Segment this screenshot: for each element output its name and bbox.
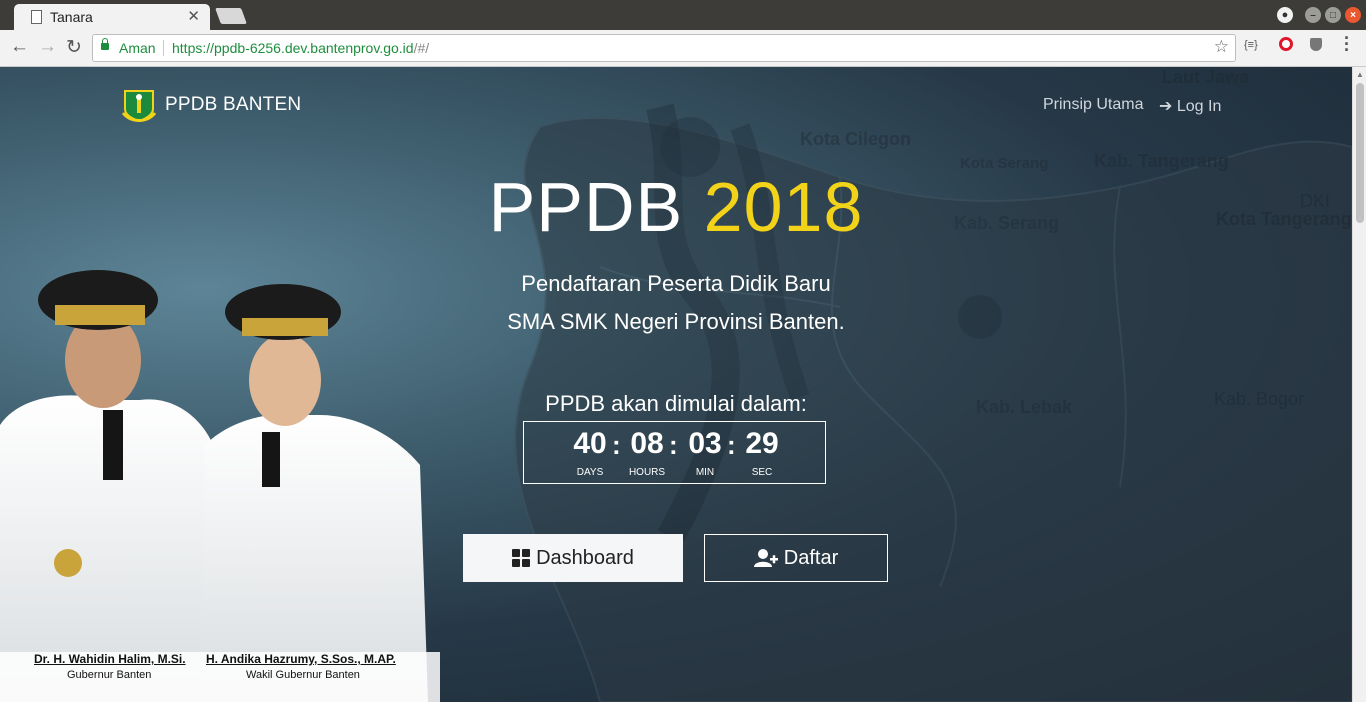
bookmark-star-icon[interactable]: ☆ xyxy=(1214,37,1229,57)
forward-icon[interactable]: → xyxy=(38,36,57,58)
sec-value: 29 xyxy=(745,427,779,460)
omnibox-divider xyxy=(163,40,164,56)
page-viewport: Laut Jawa Kota Cilegon Kota Serang Kab. … xyxy=(0,67,1352,702)
login-label: Log In xyxy=(1176,98,1222,115)
opera-extension-icon[interactable] xyxy=(1279,37,1293,51)
page-title: PPDB 2018 xyxy=(0,167,1352,247)
countdown-separator: : xyxy=(669,430,678,460)
profile-icon[interactable]: ● xyxy=(1277,7,1293,23)
login-icon: ➔ xyxy=(1159,98,1173,115)
hours-label: HOURS xyxy=(628,467,666,478)
sec-label: SEC xyxy=(751,467,773,478)
dashboard-grid-icon xyxy=(512,549,531,567)
banten-crest-icon xyxy=(121,90,157,123)
countdown-label: PPDB akan dimulai dalam: xyxy=(545,391,807,416)
governor-role: Gubernur Banten xyxy=(67,669,152,681)
scroll-up-arrow-icon[interactable]: ▲ xyxy=(1356,70,1364,79)
browser-tab[interactable]: Tanara ✕ xyxy=(14,4,210,30)
url-host: https://ppdb-6256.dev.bantenprov.go.id xyxy=(172,40,414,56)
browser-menu-icon[interactable]: · · · xyxy=(1344,29,1350,59)
brand-name: PPDB BANTEN xyxy=(165,94,302,115)
governor-name: Dr. H. Wahidin Halim, M.Si. xyxy=(34,652,186,666)
brand-link[interactable]: PPDB BANTEN xyxy=(121,87,301,123)
map-label: Laut Jawa xyxy=(1162,67,1250,87)
maximize-button[interactable]: □ xyxy=(1325,7,1341,23)
title-year: 2018 xyxy=(703,168,864,246)
json-extension-icon[interactable]: {≡} xyxy=(1244,39,1258,51)
nav-login-link[interactable]: ➔ Log In xyxy=(1159,96,1221,116)
min-value: 03 xyxy=(688,427,722,460)
countdown-min: 03 MIN xyxy=(679,426,731,478)
lock-icon xyxy=(101,38,109,50)
vice-governor-name: H. Andika Hazrumy, S.Sos., M.AP. xyxy=(206,652,396,666)
days-label: DAYS xyxy=(576,467,604,478)
countdown-separator: : xyxy=(612,430,621,460)
countdown-hours: 08 HOURS xyxy=(621,426,673,478)
document-icon xyxy=(31,10,42,24)
close-window-button[interactable]: × xyxy=(1345,7,1361,23)
reload-icon[interactable]: ↻ xyxy=(66,36,82,59)
browser-toolbar: ← → ↻ Aman https://ppdb-6256.dev.bantenp… xyxy=(0,29,1366,67)
countdown-days: 40 DAYS xyxy=(564,426,616,478)
vice-governor-role: Wakil Gubernur Banten xyxy=(246,669,360,681)
tab-close-icon[interactable]: ✕ xyxy=(187,7,200,25)
dashboard-button[interactable]: Dashboard xyxy=(463,534,683,582)
shield-extension-icon[interactable] xyxy=(1310,38,1322,51)
title-main: PPDB xyxy=(488,168,684,246)
url-path: /#/ xyxy=(413,40,430,56)
back-icon[interactable]: ← xyxy=(10,36,29,58)
secure-label: Aman xyxy=(119,40,156,56)
countdown-separator: : xyxy=(727,430,736,460)
new-tab-button[interactable] xyxy=(215,8,247,24)
countdown-timer: 40 DAYS : 08 HOURS : 03 MIN : 29 SEC xyxy=(523,421,826,484)
tab-title: Tanara xyxy=(50,9,93,25)
register-button[interactable]: Daftar xyxy=(704,534,888,582)
min-label: MIN xyxy=(695,467,715,478)
page-scrollbar[interactable]: ▲ xyxy=(1352,67,1366,702)
days-value: 40 xyxy=(573,427,607,460)
register-label: Daftar xyxy=(783,546,839,569)
subtitle-line-1: Pendaftaran Peserta Didik Baru xyxy=(521,271,831,296)
url-text[interactable]: https://ppdb-6256.dev.bantenprov.go.id/#… xyxy=(172,40,429,56)
hours-value: 08 xyxy=(630,427,664,460)
countdown-sec: 29 SEC xyxy=(736,426,788,478)
subtitle-line-2: SMA SMK Negeri Provinsi Banten. xyxy=(507,309,845,334)
browser-titlebar: Tanara ✕ ● – □ × xyxy=(0,0,1366,30)
banten-map-background: Laut Jawa Kota Cilegon Kota Serang Kab. … xyxy=(420,67,1352,702)
address-bar[interactable]: Aman https://ppdb-6256.dev.bantenprov.go… xyxy=(92,34,1236,62)
map-label: Kota Cilegon xyxy=(800,129,911,149)
scrollbar-thumb[interactable] xyxy=(1356,83,1364,223)
dashboard-label: Dashboard xyxy=(536,546,634,569)
nav-principles-link[interactable]: Prinsip Utama xyxy=(1043,96,1143,114)
minimize-button[interactable]: – xyxy=(1305,7,1321,23)
user-plus-icon xyxy=(753,549,778,567)
